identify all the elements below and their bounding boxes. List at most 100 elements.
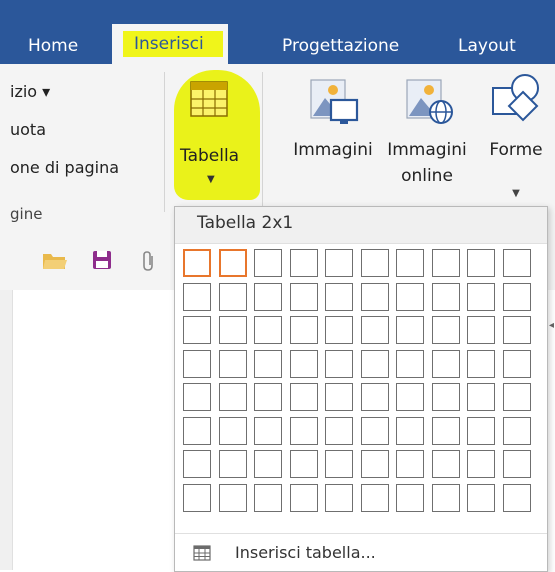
grid-cell[interactable] (502, 483, 531, 512)
grid-cell[interactable] (431, 450, 460, 478)
grid-cell[interactable] (325, 249, 353, 277)
table-grid-picker[interactable] (183, 249, 539, 527)
grid-cell[interactable] (325, 450, 353, 478)
grid-cell[interactable] (183, 450, 211, 478)
grid-cell[interactable] (289, 416, 318, 445)
grid-cell[interactable] (467, 483, 495, 512)
grid-cell[interactable] (431, 416, 460, 445)
pictures-button[interactable]: Immagini (288, 70, 378, 160)
grid-cell[interactable] (467, 450, 495, 478)
grid-cell[interactable] (218, 282, 247, 311)
grid-cell[interactable] (218, 249, 247, 277)
tab-layout[interactable]: Layout (458, 28, 516, 64)
grid-cell[interactable] (254, 383, 282, 411)
grid-cell[interactable] (183, 416, 211, 445)
grid-cell[interactable] (360, 282, 389, 311)
grid-cell[interactable] (218, 383, 247, 411)
grid-cell[interactable] (325, 349, 353, 378)
grid-cell[interactable] (360, 383, 389, 411)
grid-cell[interactable] (325, 416, 353, 445)
cover-page-button[interactable]: izio ▾ (10, 82, 50, 101)
attach-icon[interactable] (142, 250, 156, 272)
table-button-label: Tabella (180, 146, 240, 166)
grid-cell[interactable] (360, 249, 389, 277)
grid-cell[interactable] (360, 416, 389, 445)
grid-cell[interactable] (254, 416, 282, 445)
grid-cell[interactable] (183, 349, 211, 378)
grid-cell[interactable] (325, 483, 353, 512)
grid-cell[interactable] (218, 416, 247, 445)
grid-cell[interactable] (254, 349, 282, 378)
grid-cell[interactable] (431, 383, 460, 411)
grid-cell[interactable] (467, 349, 495, 378)
grid-cell[interactable] (431, 349, 460, 378)
grid-cell[interactable] (254, 316, 282, 344)
grid-cell[interactable] (289, 349, 318, 378)
grid-cell[interactable] (218, 483, 247, 512)
grid-cell[interactable] (502, 282, 531, 311)
grid-cell[interactable] (289, 282, 318, 311)
grid-cell[interactable] (254, 249, 282, 277)
grid-cell[interactable] (360, 450, 389, 478)
grid-cell[interactable] (183, 282, 211, 311)
tab-inserisci-label: Inserisci (134, 34, 204, 54)
grid-cell[interactable] (396, 282, 424, 311)
grid-cell[interactable] (502, 450, 531, 478)
grid-cell[interactable] (254, 483, 282, 512)
shapes-button[interactable]: Forme ▼ (480, 70, 552, 199)
grid-cell[interactable] (431, 483, 460, 512)
grid-cell[interactable] (218, 316, 247, 344)
grid-cell[interactable] (183, 383, 211, 411)
online-pictures-button[interactable]: Immagini online (380, 70, 474, 186)
grid-cell[interactable] (467, 383, 495, 411)
tab-home[interactable]: Home (28, 28, 78, 64)
grid-cell[interactable] (396, 416, 424, 445)
grid-cell[interactable] (396, 316, 424, 344)
grid-cell[interactable] (183, 316, 211, 344)
grid-cell[interactable] (254, 282, 282, 311)
grid-cell[interactable] (431, 249, 460, 277)
grid-cell[interactable] (502, 349, 531, 378)
blank-page-button[interactable]: uota (10, 120, 46, 139)
save-icon[interactable] (92, 250, 112, 270)
grid-cell[interactable] (289, 316, 318, 344)
grid-cell[interactable] (396, 383, 424, 411)
grid-cell[interactable] (360, 316, 389, 344)
insert-table-menu-item[interactable]: Inserisci tabella... (175, 537, 547, 571)
grid-cell[interactable] (467, 282, 495, 311)
grid-cell[interactable] (360, 483, 389, 512)
grid-cell[interactable] (289, 450, 318, 478)
grid-cell[interactable] (360, 349, 389, 378)
grid-cell[interactable] (325, 383, 353, 411)
grid-cell[interactable] (431, 316, 460, 344)
grid-cell[interactable] (396, 349, 424, 378)
grid-cell[interactable] (502, 249, 531, 277)
grid-cell[interactable] (289, 383, 318, 411)
grid-cell[interactable] (467, 249, 495, 277)
open-folder-icon[interactable] (42, 250, 68, 272)
grid-cell[interactable] (218, 349, 247, 378)
picture-icon (310, 79, 359, 124)
grid-cell[interactable] (289, 249, 318, 277)
pages-group-label: gine (10, 205, 43, 223)
grid-cell[interactable] (325, 316, 353, 344)
grid-cell[interactable] (183, 249, 211, 277)
grid-cell[interactable] (396, 450, 424, 478)
tab-inserisci[interactable]: Inserisci (112, 24, 228, 64)
grid-cell[interactable] (502, 316, 531, 344)
tab-progettazione[interactable]: Progettazione (282, 28, 399, 64)
grid-cell[interactable] (502, 383, 531, 411)
grid-cell[interactable] (254, 450, 282, 478)
grid-cell[interactable] (467, 316, 495, 344)
grid-cell[interactable] (467, 416, 495, 445)
grid-cell[interactable] (502, 416, 531, 445)
page-break-button[interactable]: one di pagina (10, 158, 119, 177)
grid-cell[interactable] (325, 282, 353, 311)
table-button[interactable]: Tabella ▼ (172, 70, 260, 200)
grid-cell[interactable] (289, 483, 318, 512)
grid-cell[interactable] (431, 282, 460, 311)
grid-cell[interactable] (396, 249, 424, 277)
grid-cell[interactable] (183, 483, 211, 512)
grid-cell[interactable] (218, 450, 247, 478)
grid-cell[interactable] (396, 483, 424, 512)
